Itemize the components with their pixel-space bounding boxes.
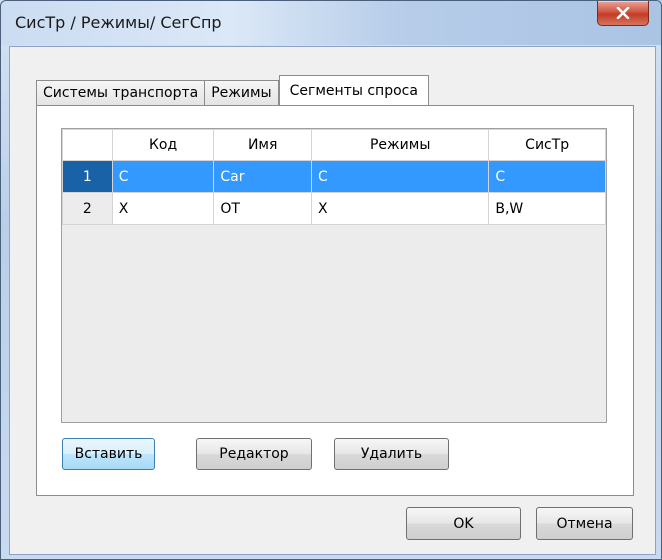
dialog-window: СисТр / Режимы/ СегСпр Системы транспорт… [0, 0, 662, 560]
table-row[interactable]: 2 X OT X B,W [62, 192, 606, 225]
table-header-row: Код Имя Режимы СисТр [62, 129, 606, 161]
segments-table: Код Имя Режимы СисТр 1 C Car C C 2 X OT … [62, 129, 606, 225]
close-icon [616, 7, 630, 19]
column-header-code[interactable]: Код [111, 129, 215, 161]
insert-button[interactable]: Вставить [62, 438, 155, 470]
tab-panel-demand-segments: Код Имя Режимы СисТр 1 C Car C C 2 X OT … [36, 105, 634, 496]
table-row[interactable]: 1 C Car C C [62, 160, 606, 193]
tab-demand-segments[interactable]: Сегменты спроса [278, 75, 429, 105]
tab-strip: Системы транспорта Режимы Сегменты спрос… [36, 75, 429, 105]
cell-transport-systems[interactable]: B,W [488, 192, 606, 225]
ok-button[interactable]: OK [406, 507, 521, 540]
column-header-modes[interactable]: Режимы [310, 129, 490, 161]
cell-name[interactable]: OT [213, 192, 312, 225]
tab-transport-systems[interactable]: Системы транспорта [36, 80, 206, 105]
tab-modes[interactable]: Режимы [204, 80, 279, 105]
delete-button[interactable]: Удалить [334, 438, 449, 470]
editor-button[interactable]: Редактор [196, 438, 312, 470]
row-number[interactable]: 2 [62, 192, 113, 225]
row-number[interactable]: 1 [62, 160, 113, 193]
cell-modes[interactable]: X [310, 192, 490, 225]
title-bar[interactable]: СисТр / Режимы/ СегСпр [1, 1, 661, 45]
cancel-button[interactable]: Отмена [536, 507, 633, 540]
cell-modes[interactable]: C [310, 160, 490, 193]
close-button[interactable] [597, 1, 649, 26]
cell-name[interactable]: Car [213, 160, 312, 193]
cell-transport-systems[interactable]: C [488, 160, 606, 193]
dialog-client-area: Системы транспорта Режимы Сегменты спрос… [9, 46, 656, 555]
segments-grid[interactable]: Код Имя Режимы СисТр 1 C Car C C 2 X OT … [61, 128, 607, 423]
cell-code[interactable]: C [111, 160, 215, 193]
column-header-transport-systems[interactable]: СисТр [488, 129, 606, 161]
window-title: СисТр / Режимы/ СегСпр [15, 13, 222, 32]
corner-cell[interactable] [62, 129, 113, 161]
cell-code[interactable]: X [111, 192, 215, 225]
column-header-name[interactable]: Имя [213, 129, 312, 161]
